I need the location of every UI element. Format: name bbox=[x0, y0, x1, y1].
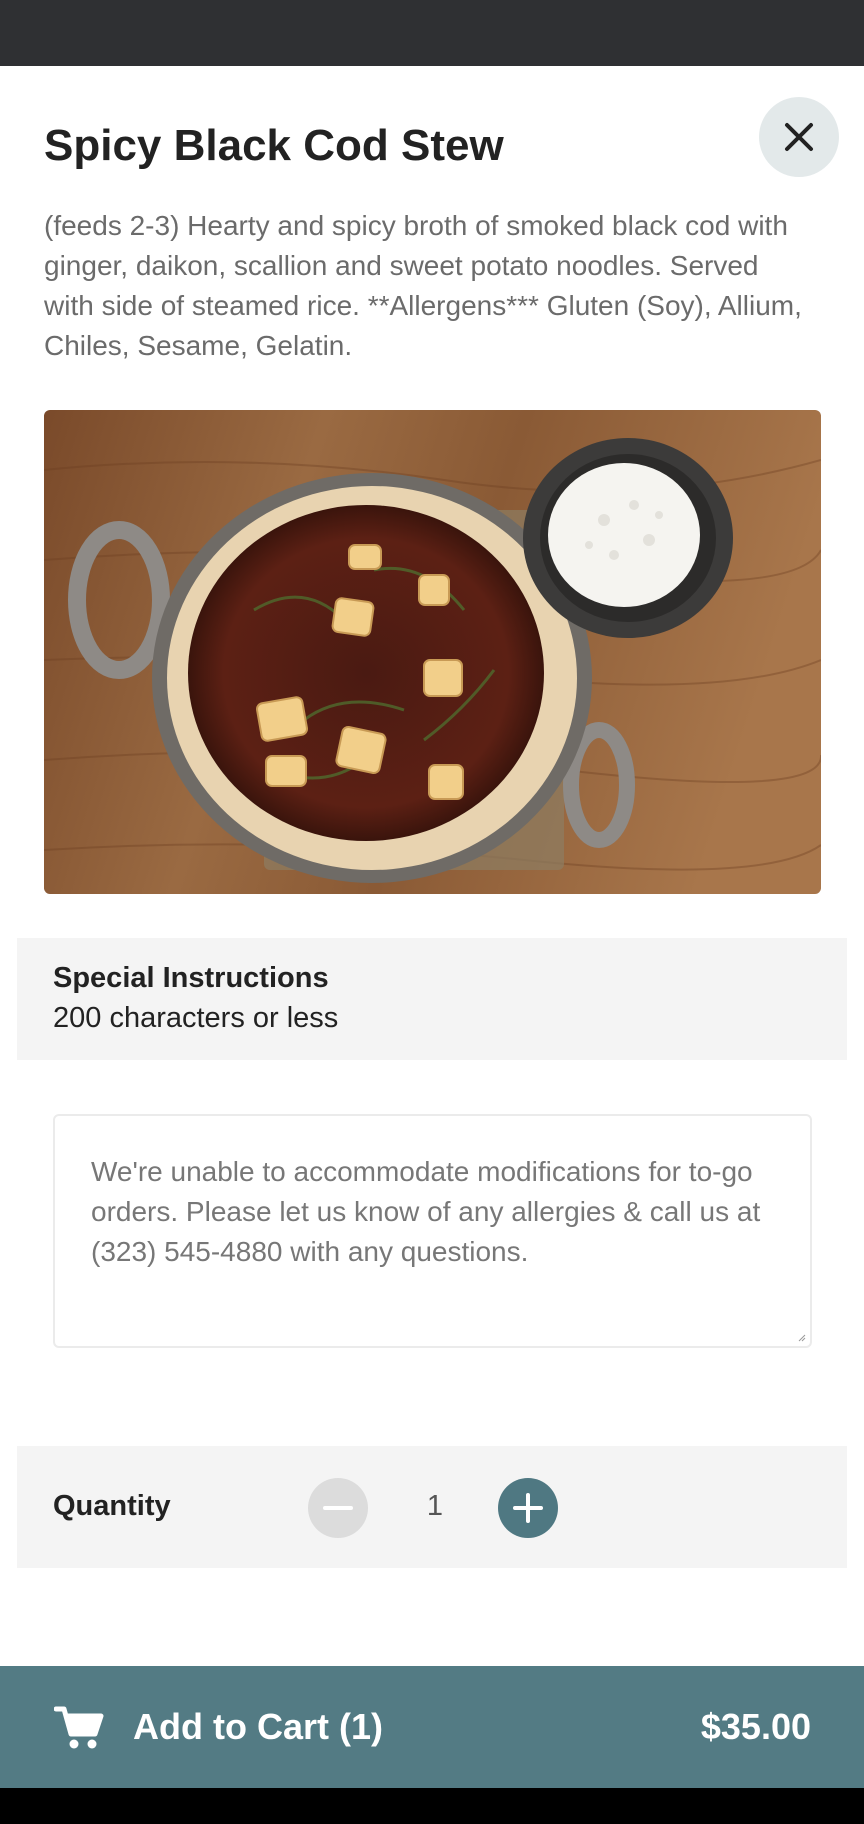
item-photo bbox=[44, 410, 821, 894]
decrease-quantity-button[interactable] bbox=[308, 1478, 368, 1538]
cart-price: $35.00 bbox=[700, 1706, 811, 1747]
close-button[interactable] bbox=[759, 97, 839, 177]
add-to-cart-button[interactable]: Add to Cart (1) $35.00 bbox=[0, 1666, 864, 1788]
special-instructions-header: Special Instructions 200 characters or l… bbox=[17, 938, 847, 1060]
system-nav-bar bbox=[0, 1788, 864, 1824]
quantity-label: Quantity bbox=[53, 1490, 171, 1522]
resize-handle-icon[interactable] bbox=[798, 1334, 806, 1342]
special-instructions-field[interactable]: We're unable to accommodate modification… bbox=[53, 1114, 812, 1348]
special-instructions-title: Special Instructions bbox=[53, 962, 329, 994]
increase-quantity-button[interactable] bbox=[498, 1478, 558, 1538]
close-icon bbox=[785, 123, 813, 151]
item-title: Spicy Black Cod Stew bbox=[44, 121, 504, 170]
status-bar bbox=[0, 0, 864, 66]
item-description: (feeds 2-3) Hearty and spicy broth of sm… bbox=[44, 210, 802, 361]
minus-icon bbox=[323, 1506, 353, 1510]
special-instructions-limit: 200 characters or less bbox=[53, 1002, 339, 1034]
quantity-value: 1 bbox=[426, 1490, 444, 1522]
plus-icon bbox=[513, 1493, 543, 1523]
add-to-cart-label: Add to Cart (1) bbox=[133, 1706, 383, 1747]
quantity-row: Quantity 1 bbox=[17, 1446, 847, 1568]
item-detail-sheet: Spicy Black Cod Stew (feeds 2-3) Hearty … bbox=[0, 66, 864, 1666]
cart-icon bbox=[54, 1706, 104, 1749]
special-instructions-placeholder: We're unable to accommodate modification… bbox=[91, 1156, 761, 1267]
